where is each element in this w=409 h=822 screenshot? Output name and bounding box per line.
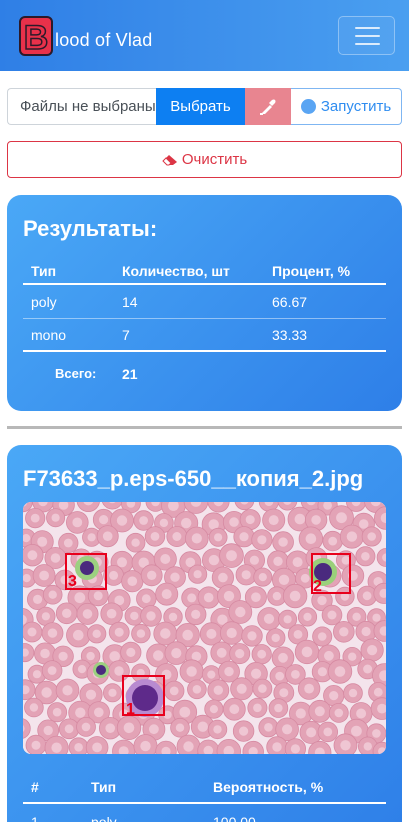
percent-cell: 33.33 [272,327,308,343]
brand-letter: B [24,19,49,56]
total-label: Всего: [55,366,97,381]
percent-cell: 66.67 [272,294,308,310]
blood-smear-image[interactable]: 1 2 3 [23,502,386,754]
results-title: Результаты: [23,216,158,241]
box-label-2: 2 [313,578,322,595]
count-cell: 14 [122,294,138,310]
navbar-toggler[interactable] [338,16,395,55]
column-header: Тип [31,263,57,279]
prob-cell: 100.00 [213,814,256,822]
type-cell: mono [31,327,67,343]
table-row: poly 14 66.67 [23,286,386,319]
file-result-card: F73633_p.eps-650__копия_2.jpg 1 2 3 # Ти… [7,445,402,822]
smear-svg: 1 2 3 [23,502,386,754]
brand-logo-icon: B [19,16,53,56]
run-label: Запустить [320,98,392,115]
file-title: F73633_p.eps-650__копия_2.jpg [23,466,364,491]
section-divider [7,426,402,429]
upload-group: Файлы не выбраны Выбрать Запустить [7,88,402,125]
detections-header-row: # Тип Вероятность, % [23,768,386,804]
file-input[interactable]: Файлы не выбраны [7,88,157,125]
column-header: Процент, % [272,263,351,279]
pipette-icon [260,99,276,115]
box-label-1: 1 [126,701,135,718]
hamburger-icon-bar [355,35,380,37]
count-cell: 7 [122,327,130,343]
column-header: Вероятность, % [213,779,324,795]
results-header-row: Тип Количество, шт Процент, % [23,255,386,285]
spinner-icon [300,99,316,114]
column-header: Тип [91,779,117,795]
brand-text: lood of Vlad [55,30,153,50]
eraser-icon [162,154,177,165]
type-cell: poly [31,294,57,310]
box-label-3: 3 [68,573,77,590]
pipette-button[interactable] [245,88,291,125]
table-row: mono 7 33.33 [23,319,386,352]
hamburger-icon [355,27,380,29]
brand[interactable]: B lood of Vlad [19,16,152,56]
column-header: Количество, шт [122,263,230,279]
navbar: B lood of Vlad [0,0,409,71]
clear-button[interactable]: Очистить [7,141,402,178]
table-row: 1 poly 100.00 [23,806,386,822]
clear-label: Очистить [181,151,248,168]
run-button[interactable]: Запустить [291,88,402,125]
num-cell: 1 [31,814,39,822]
type-cell: poly [91,814,117,822]
choose-button[interactable]: Выбрать [156,88,245,125]
results-card: Результаты: Тип Количество, шт Процент, … [7,195,402,411]
hamburger-icon-bar [355,43,380,45]
total-value: 21 [122,366,138,382]
column-header: # [31,779,39,795]
